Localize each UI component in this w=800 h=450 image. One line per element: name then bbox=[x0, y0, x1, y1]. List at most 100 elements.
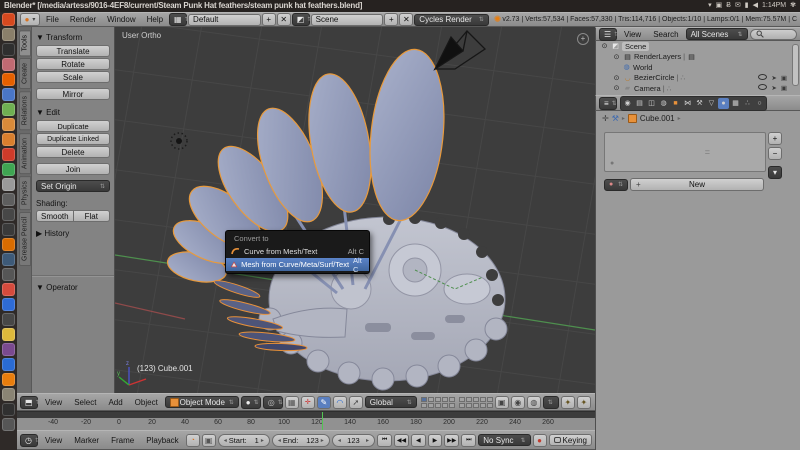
material-slot-list[interactable]: ● = bbox=[604, 132, 766, 172]
timeline-playhead[interactable] bbox=[322, 418, 323, 430]
render-engine-dropdown[interactable]: Cycles Render⇅ bbox=[414, 14, 488, 26]
visibility-toggles[interactable]: ➤ ▣ bbox=[758, 74, 787, 82]
browse-material-dropdown[interactable]: ●⇅ bbox=[604, 179, 628, 191]
layer-cell[interactable] bbox=[428, 403, 434, 408]
manipulator-translate-icon[interactable]: ✎ bbox=[317, 396, 331, 409]
jump-next-keyframe-button[interactable]: ▶▶ bbox=[444, 434, 459, 447]
v3d-menu-add[interactable]: Add bbox=[103, 398, 127, 407]
tab-physics[interactable]: Physics bbox=[19, 176, 31, 210]
layer-cell[interactable] bbox=[480, 397, 486, 402]
vlc-launcher-icon[interactable] bbox=[2, 238, 15, 251]
snap-toggle-icon[interactable]: ▦ bbox=[285, 396, 299, 409]
tl-menu-marker[interactable]: Marker bbox=[69, 436, 104, 445]
layer-cell[interactable] bbox=[442, 403, 448, 408]
jump-prev-keyframe-button[interactable]: ◀◀ bbox=[394, 434, 409, 447]
mail-icon[interactable]: ✉ bbox=[735, 0, 741, 12]
selectable-icon[interactable]: ➤ bbox=[771, 84, 776, 92]
layers-grid-2[interactable] bbox=[459, 397, 493, 408]
menu-render[interactable]: Render bbox=[65, 15, 101, 24]
rotate-button[interactable]: Rotate bbox=[36, 58, 110, 70]
panel-operator-header[interactable]: ▼ Operator bbox=[36, 283, 110, 292]
editor-type-properties-icon[interactable]: ≡⇅ bbox=[599, 97, 617, 110]
outliner-search-field[interactable] bbox=[750, 29, 797, 40]
tl-menu-frame[interactable]: Frame bbox=[106, 436, 139, 445]
menu-window[interactable]: Window bbox=[102, 15, 140, 24]
expander-icon[interactable]: ⊙ bbox=[612, 74, 621, 82]
jump-to-start-button[interactable]: ⏮ bbox=[377, 434, 392, 447]
layer-cell[interactable] bbox=[428, 397, 434, 402]
layer-cell[interactable] bbox=[480, 403, 486, 408]
pivot-dropdown[interactable]: ◎⇅ bbox=[263, 396, 283, 409]
outliner-row-scene[interactable]: ⊙ ◩ Scene bbox=[596, 41, 800, 52]
outliner-menu-view[interactable]: View bbox=[619, 30, 646, 39]
wrench-icon[interactable]: ⚒ bbox=[612, 114, 619, 123]
clock[interactable]: 1:14PM bbox=[762, 0, 786, 12]
record-button[interactable]: ● bbox=[533, 434, 547, 447]
renderable-icon[interactable]: ▣ bbox=[781, 74, 787, 82]
properties-tab-render[interactable]: ◉ bbox=[622, 98, 633, 109]
smooth-button[interactable]: Smooth bbox=[36, 210, 74, 222]
tab-relations[interactable]: Relations bbox=[19, 91, 31, 130]
bluetooth-icon[interactable]: Ƀ bbox=[726, 0, 731, 12]
volume-icon[interactable]: ◀ bbox=[753, 0, 758, 12]
lock-range-icon[interactable]: ▣ bbox=[202, 434, 216, 447]
end-frame-field[interactable]: ◂End:123▸ bbox=[272, 434, 330, 447]
files-launcher-icon[interactable] bbox=[2, 28, 15, 41]
current-frame-field[interactable]: ◂123▸ bbox=[332, 434, 375, 447]
tab-animation[interactable]: Animation bbox=[19, 133, 31, 174]
slot-drag-handle[interactable]: = bbox=[705, 147, 710, 157]
layer-cell[interactable] bbox=[487, 403, 493, 408]
slot-add-button[interactable]: + bbox=[768, 132, 782, 145]
orientation-dropdown[interactable]: Global⇅ bbox=[365, 396, 417, 408]
layer-cell[interactable] bbox=[421, 397, 427, 402]
v3d-menu-object[interactable]: Object bbox=[130, 398, 163, 407]
breadcrumb-object[interactable]: Cube.001 bbox=[640, 114, 675, 123]
panel-history-header[interactable]: ▶ History bbox=[36, 229, 110, 238]
usb-drive-launcher-icon[interactable] bbox=[2, 178, 15, 191]
red-a-app-launcher-icon[interactable] bbox=[2, 148, 15, 161]
scene-field[interactable]: Scene bbox=[311, 14, 384, 26]
set-origin-menu[interactable]: Set Origin⇅ bbox=[36, 180, 110, 192]
play-button[interactable]: ▶ bbox=[428, 434, 443, 447]
ubuntu-dash-launcher-icon[interactable] bbox=[2, 13, 15, 26]
tab-tools[interactable]: Tools bbox=[19, 30, 31, 56]
outliner-scrollbar[interactable] bbox=[792, 44, 799, 86]
tl-menu-playback[interactable]: Playback bbox=[141, 436, 183, 445]
scene-add-button[interactable]: + bbox=[384, 13, 398, 26]
mode-dropdown[interactable]: Object Mode⇅ bbox=[165, 396, 239, 408]
menu-item-curve-from-mesh[interactable]: Curve from Mesh/Text Alt C bbox=[226, 245, 369, 258]
manipulator-axes-icon[interactable]: ✛ bbox=[301, 396, 315, 409]
camera-app-launcher-icon[interactable] bbox=[2, 313, 15, 326]
layer-cell[interactable] bbox=[473, 403, 479, 408]
properties-tab-constraints[interactable]: ⋈ bbox=[682, 98, 693, 109]
layer-cell[interactable] bbox=[421, 403, 427, 408]
layer-cell[interactable] bbox=[473, 397, 479, 402]
sphere-app-launcher-icon[interactable] bbox=[2, 268, 15, 281]
manipulator-rotate-icon[interactable]: ◠ bbox=[333, 396, 347, 409]
scene-close-button[interactable]: ✕ bbox=[399, 13, 413, 26]
blender-launcher-icon[interactable] bbox=[2, 373, 15, 386]
layer-cell[interactable] bbox=[466, 397, 472, 402]
render-opengl-icon[interactable]: ✦ bbox=[561, 396, 575, 409]
editor-type-3dview-icon[interactable]: ⬒⇅ bbox=[20, 396, 38, 409]
expander-icon[interactable]: ⊙ bbox=[600, 42, 609, 50]
snap-element-icon[interactable]: ◍ bbox=[527, 396, 541, 409]
panel-edit-header[interactable]: ▼ Edit bbox=[36, 108, 110, 117]
manipulator-scale-icon[interactable]: ➚ bbox=[349, 396, 363, 409]
purple-app-launcher-icon[interactable] bbox=[2, 343, 15, 356]
3d-viewport[interactable]: zy User Ortho (123) Cube.001 + Convert t… bbox=[115, 27, 595, 393]
properties-tab-scene[interactable]: ◫ bbox=[646, 98, 657, 109]
media-player-launcher-icon[interactable] bbox=[2, 298, 15, 311]
screen-layout-field[interactable]: Default bbox=[188, 14, 261, 26]
jump-to-end-button[interactable]: ⏭ bbox=[461, 434, 476, 447]
expander-icon[interactable]: ⊙ bbox=[612, 84, 621, 92]
bluefish-launcher-icon[interactable] bbox=[2, 358, 15, 371]
layout-add-button[interactable]: + bbox=[262, 13, 276, 26]
scale-button[interactable]: Scale bbox=[36, 71, 110, 83]
layer-cell[interactable] bbox=[442, 397, 448, 402]
audio-app-launcher-icon[interactable] bbox=[2, 163, 15, 176]
scene-selector-icon[interactable]: ◩⇅ bbox=[292, 13, 310, 26]
slot-specials-menu[interactable]: ▾ bbox=[768, 166, 782, 179]
layer-cell[interactable] bbox=[435, 403, 441, 408]
firefox-launcher-icon[interactable] bbox=[2, 73, 15, 86]
